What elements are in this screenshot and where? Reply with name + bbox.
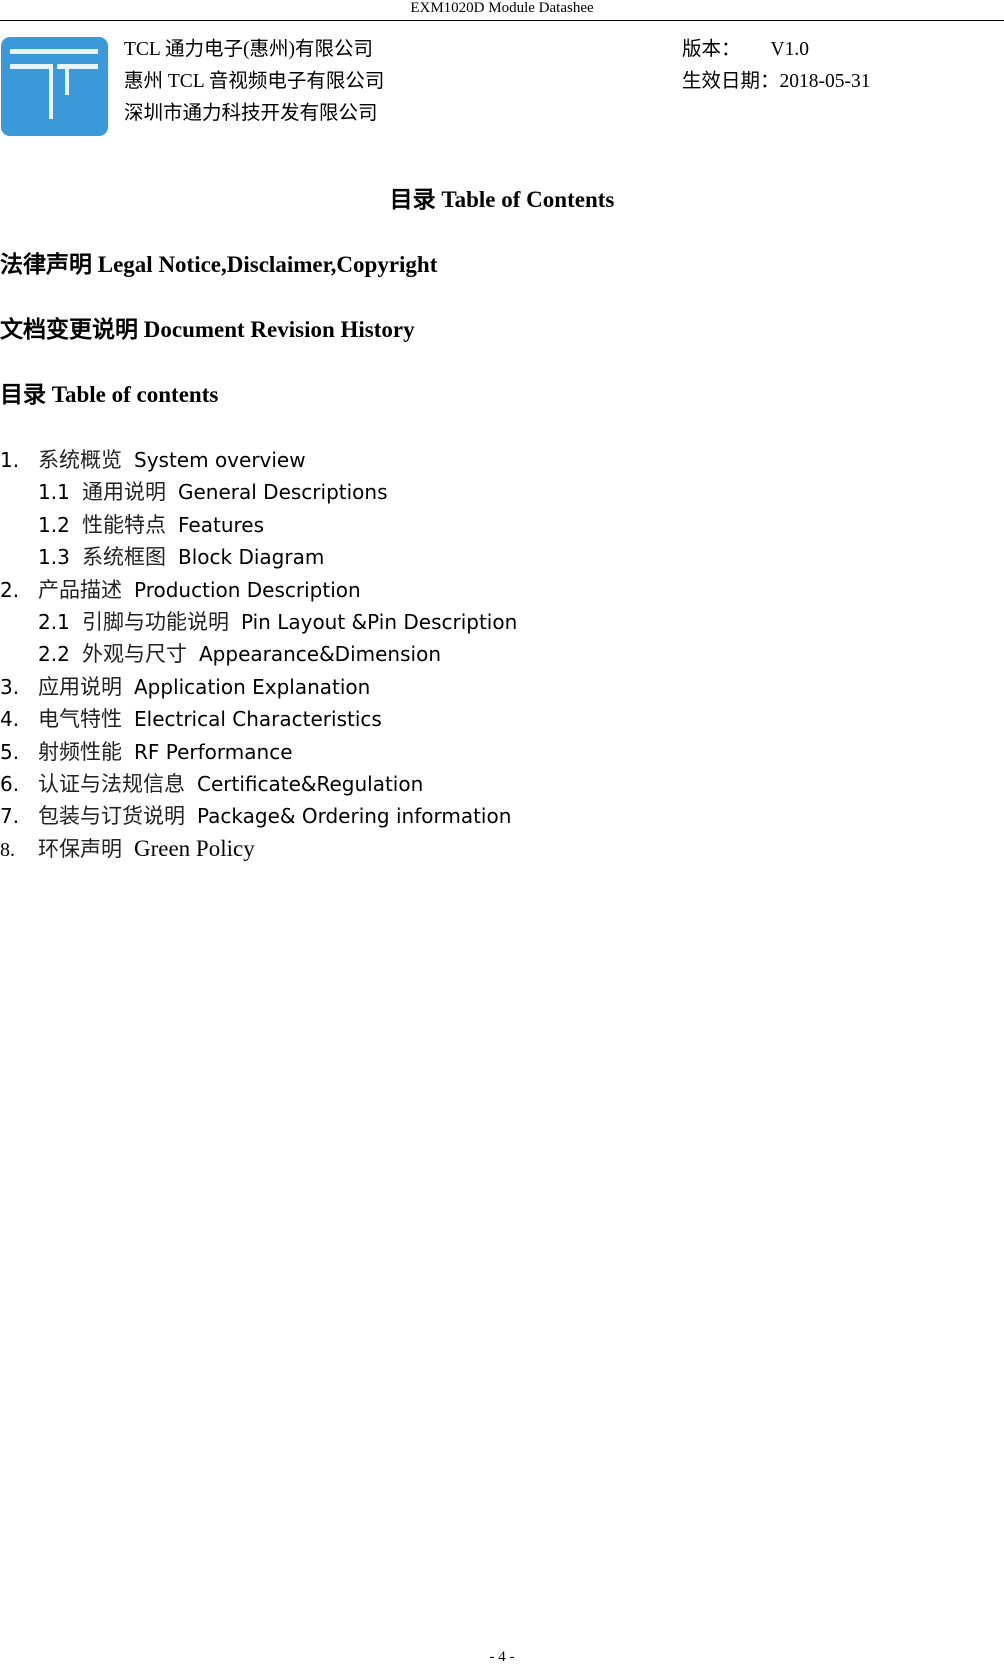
toc-entry-english-title: RF Performance <box>134 739 293 764</box>
toc-entry-number: 1.2 <box>38 512 70 537</box>
toc-entry-chinese-title: 射频性能 <box>38 739 122 764</box>
toc-entry-chinese-title: 系统概览 <box>38 448 122 472</box>
toc-entry-number: 6. <box>0 772 20 796</box>
effective-date-row: 生效日期：2018-05-31 <box>682 70 871 94</box>
toc-entry[interactable]: 4. 电气特性 Electrical Characteristics <box>0 706 382 732</box>
toc-entry-english-title: Block Diagram <box>178 545 325 570</box>
toc-entry-chinese-title: 性能特点 <box>82 512 166 537</box>
toc-entry-chinese-title: 引脚与功能说明 <box>82 610 229 634</box>
toc-entry[interactable]: 8. 环保声明 Green Policy <box>0 836 255 863</box>
toc-entry-chinese-title: 环保声明 <box>38 836 122 861</box>
toc-entry-chinese-title: 包装与订货说明 <box>38 804 185 829</box>
toc-entry[interactable]: 1.2 性能特点 Features <box>38 512 264 538</box>
toc-entry-number: 4. <box>0 707 20 732</box>
toc-entry[interactable]: 1.1 通用说明 General Descriptions <box>38 479 388 505</box>
toc-entry-number: 3. <box>0 674 20 699</box>
toc-entry[interactable]: 1. 系统概览 System overview <box>0 447 306 473</box>
toc-entry[interactable]: 7. 包装与订货说明 Package& Ordering information <box>0 803 511 829</box>
toc-entry-english-title: Production Description <box>134 577 361 602</box>
effective-date-label: 生效日期： <box>682 71 780 92</box>
company-name-2: 惠州 TCL 音视频电子有限公司 <box>124 71 385 92</box>
toc-entry-number: 2.1 <box>38 610 70 634</box>
toc-entry-chinese-title: 电气特性 <box>38 707 122 732</box>
toc-entry-chinese-title: 外观与尺寸 <box>82 642 187 667</box>
toc-entry[interactable]: 2.1 引脚与功能说明 Pin Layout &Pin Description <box>38 609 517 635</box>
toc-entry-number: 7. <box>0 804 20 829</box>
version-row: 版本： V1.0 <box>682 38 809 62</box>
effective-date-value: 2018-05-31 <box>779 71 871 92</box>
tcl-logo-icon <box>1 37 108 136</box>
heading-table-of-contents[interactable]: 目录 Table of contents <box>0 381 218 409</box>
company-name-1: TCL 通力电子(惠州)有限公司 <box>124 39 373 60</box>
toc-entry-number: 1.1 <box>38 480 70 505</box>
toc-entry[interactable]: 2.2 外观与尺寸 Appearance&Dimension <box>38 641 441 667</box>
toc-entry-english-title: Application Explanation <box>134 674 371 699</box>
toc-entry[interactable]: 6. 认证与法规信息 Certificate&Regulation <box>0 771 423 797</box>
heading-revision-history[interactable]: 文档变更说明 Document Revision History <box>0 316 415 344</box>
toc-entry-number: 1.3 <box>38 545 70 570</box>
toc-entry-english-title: General Descriptions <box>178 480 388 505</box>
toc-entry-chinese-title: 通用说明 <box>82 480 166 505</box>
toc-entry-number: 1. <box>0 448 20 472</box>
toc-entry-chinese-title: 应用说明 <box>38 674 122 699</box>
toc-entry[interactable]: 3. 应用说明 Application Explanation <box>0 674 370 700</box>
company-name-3: 深圳市通力科技开发有限公司 <box>124 103 378 124</box>
toc-entry-english-title: Features <box>178 512 264 537</box>
toc-entry-chinese-title: 系统框图 <box>82 545 166 570</box>
toc-entry-number: 2.2 <box>38 642 70 667</box>
toc-entry-english-title: Pin Layout &Pin Description <box>241 610 518 634</box>
toc-entry-chinese-title: 产品描述 <box>38 577 122 602</box>
toc-entry-english-title: Electrical Characteristics <box>134 707 382 732</box>
toc-entry[interactable]: 5. 射频性能 RF Performance <box>0 739 293 765</box>
version-value: V1.0 <box>770 39 809 60</box>
toc-entry-english-title: Appearance&Dimension <box>199 642 441 667</box>
toc-entry-number: 2. <box>0 577 20 602</box>
toc-title: 目录 Table of Contents <box>389 187 615 212</box>
version-label: 版本： <box>682 39 741 60</box>
toc-entry-english-title: Certificate&Regulation <box>197 772 424 796</box>
toc-entry-number: 8. <box>0 838 15 861</box>
toc-entry[interactable]: 2. 产品描述 Production Description <box>0 577 361 603</box>
toc-entry[interactable]: 1.3 系统框图 Block Diagram <box>38 544 324 570</box>
toc-entry-english-title: Green Policy <box>134 835 255 861</box>
running-header: EXM1020D Module Datashee <box>0 0 1004 21</box>
toc-entry-english-title: Package& Ordering information <box>197 804 512 829</box>
toc-entry-number: 5. <box>0 739 20 764</box>
toc-entry-english-title: System overview <box>134 448 306 472</box>
heading-legal-notice[interactable]: 法律声明 Legal Notice,Disclaimer,Copyright <box>0 251 437 279</box>
page-number: - 4 - <box>489 1649 515 1665</box>
toc-entry-chinese-title: 认证与法规信息 <box>38 772 185 796</box>
